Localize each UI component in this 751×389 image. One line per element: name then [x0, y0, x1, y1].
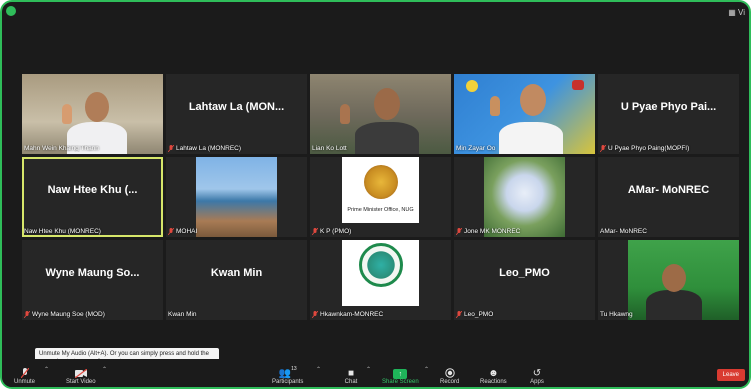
- participant-tile[interactable]: Kwan Min Kwan Min: [166, 240, 307, 320]
- participant-name: Jone MK MONREC: [456, 228, 593, 235]
- participant-tile[interactable]: Lahtaw La (MON... Lahtaw La (MONREC): [166, 74, 307, 154]
- pmo-caption: Prime Minister Office, NUG: [347, 207, 414, 213]
- video-off-icon: [74, 367, 88, 379]
- participant-tile[interactable]: AMar- MoNREC AMar- MoNREC: [598, 157, 739, 237]
- participant-name: Min Zayar Oo: [456, 145, 496, 152]
- audio-options-caret[interactable]: ⌃: [44, 366, 49, 373]
- muted-mic-icon: [168, 145, 174, 152]
- leave-button[interactable]: Leave: [716, 369, 745, 381]
- monrec-logo-icon: [359, 243, 403, 287]
- muted-mic-icon: [456, 311, 462, 318]
- muted-mic-icon: [600, 145, 606, 152]
- unmute-button[interactable]: Unmute: [14, 367, 35, 385]
- chat-button[interactable]: ■ Chat: [344, 367, 358, 386]
- participant-name: AMar- MoNREC: [600, 228, 647, 235]
- reactions-button[interactable]: ☻ Reactions: [480, 367, 507, 386]
- chat-icon: ■: [347, 367, 355, 379]
- grid-icon: ▦: [728, 8, 736, 17]
- security-shield-icon[interactable]: [6, 6, 16, 16]
- participant-display-name: Wyne Maung So...: [45, 267, 140, 279]
- participant-video: [628, 240, 739, 320]
- chat-options-caret[interactable]: ⌃: [366, 366, 371, 373]
- participant-tile[interactable]: Hkawnkam-MONREC: [310, 240, 451, 320]
- muted-mic-icon: [456, 228, 462, 235]
- meeting-window: ▦ Vi Mahn Wein Khaing Thann Lahtaw La (M…: [0, 0, 751, 389]
- muted-mic-icon: [312, 228, 318, 235]
- participant-name: Mahn Wein Khaing Thann: [24, 145, 99, 152]
- record-icon: [443, 367, 457, 379]
- participant-profile-image: [484, 157, 565, 237]
- record-button[interactable]: Record: [440, 367, 459, 385]
- participant-video: [454, 74, 595, 154]
- participant-tile[interactable]: MOHAI: [166, 157, 307, 237]
- participant-profile-image: [196, 157, 277, 237]
- participants-icon: 👥 13: [278, 366, 297, 379]
- muted-mic-icon: [168, 228, 174, 235]
- view-label: Vi: [738, 8, 745, 17]
- reactions-icon: ☻: [488, 367, 499, 379]
- meeting-toolbar: Unmute ⌃ Start Video ⌃ 👥 13 Participants …: [2, 359, 749, 387]
- start-video-button[interactable]: Start Video: [66, 367, 96, 385]
- muted-mic-icon: [24, 311, 30, 318]
- participant-tile[interactable]: Lian Ko Lott: [310, 74, 451, 154]
- participant-name: Kwan Min: [168, 311, 197, 318]
- apps-icon: ↺: [532, 367, 542, 379]
- view-button[interactable]: ▦ Vi: [728, 8, 745, 17]
- participant-tile[interactable]: Wyne Maung So... Wyne Maung Soe (MOD): [22, 240, 163, 320]
- share-screen-icon: ↑: [393, 369, 408, 379]
- participant-name: Leo_PMO: [456, 311, 593, 318]
- video-grid: Mahn Wein Khaing Thann Lahtaw La (MON...…: [22, 74, 742, 320]
- participant-display-name: Lahtaw La (MON...: [188, 101, 285, 113]
- emblem-icon: [364, 165, 398, 199]
- participants-options-caret[interactable]: ⌃: [316, 366, 321, 373]
- participant-video: [22, 74, 163, 154]
- participant-name: K P (PMO): [312, 228, 449, 235]
- participant-display-name: AMar- MoNREC: [627, 184, 710, 196]
- participant-profile-image: [342, 240, 419, 306]
- participant-name: Lian Ko Lott: [312, 145, 347, 152]
- participant-tile[interactable]: U Pyae Phyo Pai... U Pyae Phyo Paing(MOP…: [598, 74, 739, 154]
- participant-tile[interactable]: Jone MK MONREC: [454, 157, 595, 237]
- participant-name: Hkawnkam-MONREC: [312, 311, 449, 318]
- participant-tile[interactable]: Prime Minister Office, NUG K P (PMO): [310, 157, 451, 237]
- participant-display-name: Leo_PMO: [499, 267, 550, 279]
- participant-tile[interactable]: Min Zayar Oo: [454, 74, 595, 154]
- participant-name: U Pyae Phyo Paing(MOPFI): [600, 145, 737, 152]
- participant-name: Wyne Maung Soe (MOD): [24, 311, 161, 318]
- participant-tile[interactable]: Tu Hkawng: [598, 240, 739, 320]
- participant-name: Tu Hkawng: [600, 311, 633, 318]
- participant-name: MOHAI: [168, 228, 305, 235]
- muted-mic-icon: [312, 311, 318, 318]
- share-screen-button[interactable]: ↑ Share Screen: [382, 369, 419, 385]
- participant-profile-image: Prime Minister Office, NUG: [342, 157, 419, 223]
- participant-display-name: U Pyae Phyo Pai...: [620, 101, 717, 113]
- participant-tile[interactable]: Mahn Wein Khaing Thann: [22, 74, 163, 154]
- participant-tile[interactable]: Leo_PMO Leo_PMO: [454, 240, 595, 320]
- participant-video: [310, 74, 451, 154]
- video-options-caret[interactable]: ⌃: [102, 366, 107, 373]
- participants-button[interactable]: 👥 13 Participants: [272, 366, 303, 385]
- participant-display-name: Naw Htee Khu (...: [47, 184, 138, 196]
- apps-button[interactable]: ↺ Apps: [530, 367, 544, 386]
- share-options-caret[interactable]: ⌃: [424, 366, 429, 373]
- muted-mic-icon: [18, 367, 32, 379]
- participant-name: Lahtaw La (MONREC): [168, 145, 305, 152]
- participants-count: 13: [291, 366, 297, 372]
- participant-name: Naw Htee Khu (MONREC): [24, 228, 101, 235]
- participant-tile-active-speaker[interactable]: Naw Htee Khu (... Naw Htee Khu (MONREC): [22, 157, 163, 237]
- participant-display-name: Kwan Min: [210, 267, 263, 279]
